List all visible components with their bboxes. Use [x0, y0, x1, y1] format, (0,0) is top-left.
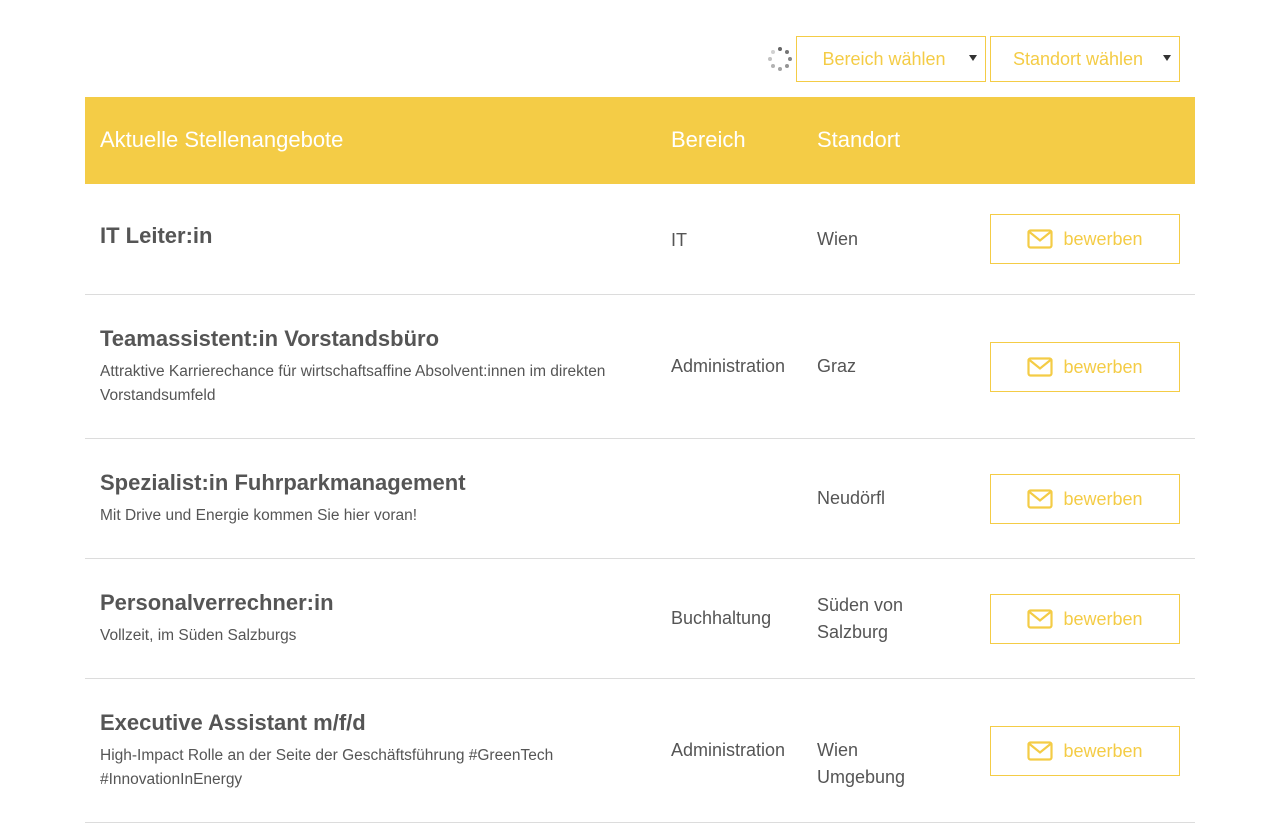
chevron-down-icon [1163, 55, 1171, 61]
job-bereich: IT [671, 230, 687, 250]
job-title[interactable]: Teamassistent:in Vorstandsbüro [100, 326, 439, 352]
job-title[interactable]: IT Leiter:in [100, 223, 212, 249]
table-row: Spezialist:in Fuhrparkmanagement Mit Dri… [85, 439, 1195, 559]
job-description: Mit Drive und Energie kommen Sie hier vo… [100, 507, 418, 524]
envelope-icon [1027, 609, 1054, 629]
standort-select[interactable]: Standort wählen [990, 36, 1180, 82]
apply-button-label: bewerben [1063, 488, 1143, 509]
job-description: Vollzeit, im Süden Salzburgs [100, 627, 297, 644]
jobs-table: Aktuelle Stellenangebote Bereich Standor… [85, 97, 1195, 823]
apply-button-label: bewerben [1063, 356, 1143, 377]
job-standort: Wien Umgebung [817, 740, 906, 787]
apply-button-label: bewerben [1063, 740, 1143, 761]
job-title[interactable]: Spezialist:in Fuhrparkmanagement [100, 470, 466, 496]
filter-bar: Bereich wählen Standort wählen [0, 36, 1280, 82]
apply-button-label: bewerben [1063, 228, 1143, 249]
table-header: Aktuelle Stellenangebote Bereich Standor… [85, 97, 1195, 184]
job-bereich: Administration [671, 356, 786, 376]
envelope-icon [1027, 357, 1054, 377]
apply-button[interactable]: bewerben [990, 474, 1180, 524]
header-stellenangebote: Aktuelle Stellenangebote [100, 127, 344, 152]
job-bereich: Administration [671, 740, 786, 760]
job-title[interactable]: Personalverrechner:in [100, 590, 334, 616]
envelope-icon [1027, 489, 1054, 509]
apply-button[interactable]: bewerben [990, 726, 1180, 776]
table-row: Executive Assistant m/f/d High-Impact Ro… [85, 679, 1195, 823]
job-title[interactable]: Executive Assistant m/f/d [100, 710, 366, 736]
apply-button[interactable]: bewerben [990, 342, 1180, 392]
loading-spinner-icon [768, 47, 792, 71]
table-row: Teamassistent:in Vorstandsbüro Attraktiv… [85, 295, 1195, 439]
bereich-select[interactable]: Bereich wählen [796, 36, 986, 82]
apply-button[interactable]: bewerben [990, 214, 1180, 264]
job-standort: Neudörfl [817, 488, 886, 508]
table-row: Personalverrechner:in Vollzeit, im Süden… [85, 559, 1195, 679]
job-description: High-Impact Rolle an der Seite der Gesch… [100, 747, 554, 788]
apply-button[interactable]: bewerben [990, 594, 1180, 644]
job-standort: Süden von Salzburg [817, 595, 904, 642]
job-standort: Wien [817, 229, 859, 249]
standort-select-label: Standort wählen [1012, 48, 1144, 69]
envelope-icon [1027, 741, 1054, 761]
job-description: Attraktive Karrierechance für wirtschaft… [100, 363, 606, 404]
table-row: IT Leiter:in IT Wien bewerben [85, 184, 1195, 295]
header-standort: Standort [817, 127, 901, 152]
header-bereich: Bereich [671, 127, 746, 152]
job-standort: Graz [817, 356, 857, 376]
apply-button-label: bewerben [1063, 608, 1143, 629]
job-bereich: Buchhaltung [671, 608, 772, 628]
envelope-icon [1027, 229, 1054, 249]
bereich-select-label: Bereich wählen [822, 48, 946, 69]
chevron-down-icon [969, 55, 977, 61]
